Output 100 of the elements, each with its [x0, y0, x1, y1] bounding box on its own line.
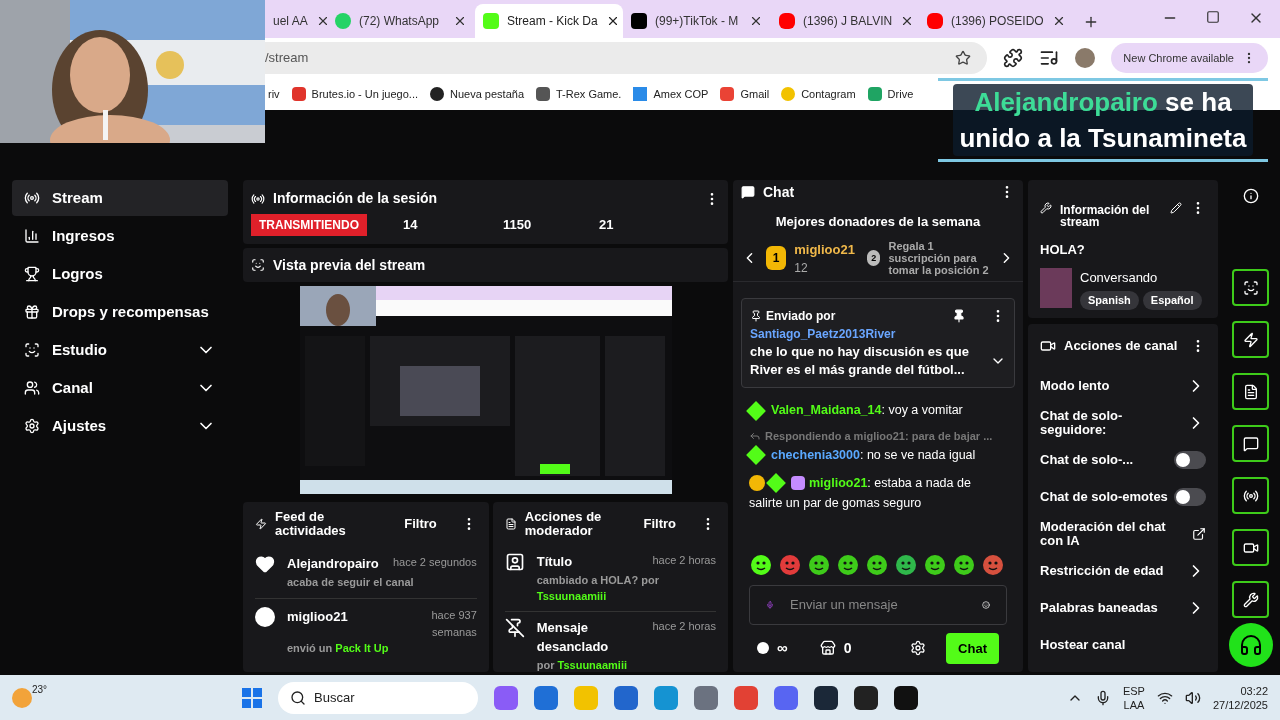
media-icon[interactable] [1039, 48, 1060, 68]
filter-button[interactable]: Filtro [643, 514, 676, 534]
tag[interactable]: Spanish [1080, 291, 1139, 310]
emote-icon[interactable] [894, 552, 918, 577]
tag[interactable]: Español [1142, 291, 1202, 310]
card-title: Feed de actividades [275, 510, 347, 538]
browser-tab[interactable]: (1396) J BALVIN [771, 4, 919, 38]
bookmark[interactable]: Drive [867, 85, 914, 103]
emote-icon[interactable] [749, 552, 773, 577]
panel-button[interactable] [1232, 425, 1269, 462]
emote-icon[interactable] [952, 552, 976, 577]
nav-icon [24, 380, 40, 396]
nav-icon [24, 266, 40, 282]
maximize-icon[interactable] [1206, 10, 1220, 24]
channel-action[interactable]: Hostear canal [1040, 626, 1206, 664]
panel-button[interactable] [1232, 529, 1269, 566]
sidebar-item[interactable]: Stream [12, 180, 228, 216]
taskbar-app-icon[interactable] [854, 685, 878, 710]
emote-icon[interactable] [836, 552, 860, 577]
panel-button[interactable] [1232, 269, 1269, 306]
start-icon[interactable] [242, 687, 262, 708]
sidebar-item[interactable]: Canal [12, 370, 228, 406]
close-icon[interactable] [749, 14, 763, 28]
panel-button[interactable] [1232, 581, 1269, 618]
close-icon[interactable] [453, 14, 467, 28]
send-button[interactable]: Chat [946, 632, 999, 664]
keyboard-layout[interactable]: LAA [1123, 697, 1145, 712]
toggle-switch[interactable] [1174, 451, 1206, 469]
donor-name[interactable]: miglioo21 [794, 239, 855, 259]
sidebar-item[interactable]: Estudio [12, 332, 228, 368]
extensions-icon[interactable] [1003, 48, 1024, 68]
tab-title: uel AA [273, 13, 308, 30]
new-tab-icon[interactable] [1083, 14, 1099, 30]
address-bar[interactable]: /stream [265, 42, 988, 74]
sidebar-item[interactable]: Drops y recompensas [12, 294, 228, 330]
stat-value: 14 [403, 216, 419, 235]
edit-icon[interactable] [1170, 202, 1182, 214]
bookmark[interactable]: T-Rex Game. [536, 85, 622, 103]
pin-icon[interactable] [952, 309, 966, 323]
wrench-icon [1040, 202, 1052, 214]
message-input[interactable]: Enviar un mensaje [790, 594, 966, 615]
channel-action[interactable]: Modo lento [1040, 367, 1206, 405]
sidebar-item[interactable]: Ingresos [12, 218, 228, 254]
clock-time[interactable]: 03:22 [1240, 683, 1268, 698]
bookmark[interactable]: Contagram [781, 85, 856, 103]
input-language[interactable]: ESP [1122, 683, 1145, 698]
profile-avatar[interactable] [1075, 48, 1096, 68]
taskbar-search[interactable]: Buscar [278, 681, 478, 714]
bookmark[interactable]: Amex COP [633, 85, 709, 103]
tab-icon [779, 13, 795, 29]
gift-prompt: Regala 1 suscripción para tomar la posición 2 [888, 240, 990, 277]
bookmark[interactable]: Nueva pestaña [430, 85, 524, 103]
browser-tab[interactable]: (72) WhatsApp [327, 4, 475, 38]
emote-icon[interactable] [923, 552, 947, 577]
channel-action[interactable]: Restricción de edad [1040, 552, 1206, 590]
panel-button[interactable] [1232, 321, 1269, 358]
toggle-switch[interactable] [1174, 488, 1206, 506]
message-box[interactable]: Enviar un mensaje [749, 584, 1007, 625]
volume-icon[interactable] [1184, 689, 1201, 706]
username[interactable]: miglioo21 [287, 607, 348, 640]
channel-action[interactable]: Chat de solo-... [1040, 441, 1206, 479]
nav-icon [24, 304, 40, 320]
taskbar-app-icon[interactable] [894, 685, 918, 710]
store-icon[interactable] [819, 640, 836, 657]
wrench-icon [1242, 591, 1259, 608]
channel-action[interactable]: Moderación del chat con IA [1040, 515, 1206, 553]
tab-title: Stream - Kick Da [507, 13, 598, 30]
timestamp: hace 937 semanas [430, 608, 477, 640]
browser-tab[interactable]: (99+)TikTok - M [623, 4, 771, 38]
taskbar-app-icon[interactable] [814, 685, 838, 710]
update-button[interactable]: New Chrome available [1111, 43, 1268, 73]
filter-button[interactable]: Filtro [404, 514, 437, 534]
browser-tab[interactable]: (1396) POSEIDO [919, 4, 1067, 38]
sidebar-item[interactable]: Logros [12, 256, 228, 292]
clock-date[interactable]: 27/12/2025 [1212, 697, 1268, 712]
channel-action[interactable]: Palabras baneadas [1040, 589, 1206, 627]
settings-icon[interactable] [910, 640, 927, 657]
sidebar-item[interactable]: Ajustes [12, 408, 228, 444]
action-text: cambiado a HOLA? por Tssuunaamiii [536, 572, 660, 604]
emote-icon[interactable] [865, 552, 889, 577]
bookmark[interactable]: Gmail [720, 85, 770, 103]
emote-icon[interactable] [807, 552, 831, 577]
support-button[interactable] [1228, 623, 1273, 667]
info-icon[interactable] [1242, 188, 1259, 204]
bookmark[interactable]: riv [268, 85, 280, 103]
browser-tab[interactable]: uel AA [265, 4, 327, 38]
username[interactable]: Alejandropairo [287, 554, 379, 574]
timestamp: hace 2 horas [652, 618, 716, 634]
channel-action[interactable]: Chat de solo-seguidore: [1040, 404, 1206, 442]
external-link-icon [1192, 527, 1206, 541]
temperature: 23° [32, 683, 48, 697]
category-name[interactable]: Conversando [1080, 267, 1202, 287]
channel-action[interactable]: Chat de solo-emotes [1040, 478, 1206, 516]
browser-tab[interactable]: Stream - Kick Da [475, 4, 623, 38]
gift-count: 12 [794, 260, 809, 277]
bookmark-star-icon[interactable] [955, 50, 972, 66]
pinned-user[interactable]: Santiago_Paetz2013River [750, 325, 1006, 343]
bookmark[interactable]: Brutes.io - Un juego... [291, 85, 418, 103]
panel-button[interactable] [1232, 373, 1269, 410]
panel-button[interactable] [1232, 477, 1269, 514]
